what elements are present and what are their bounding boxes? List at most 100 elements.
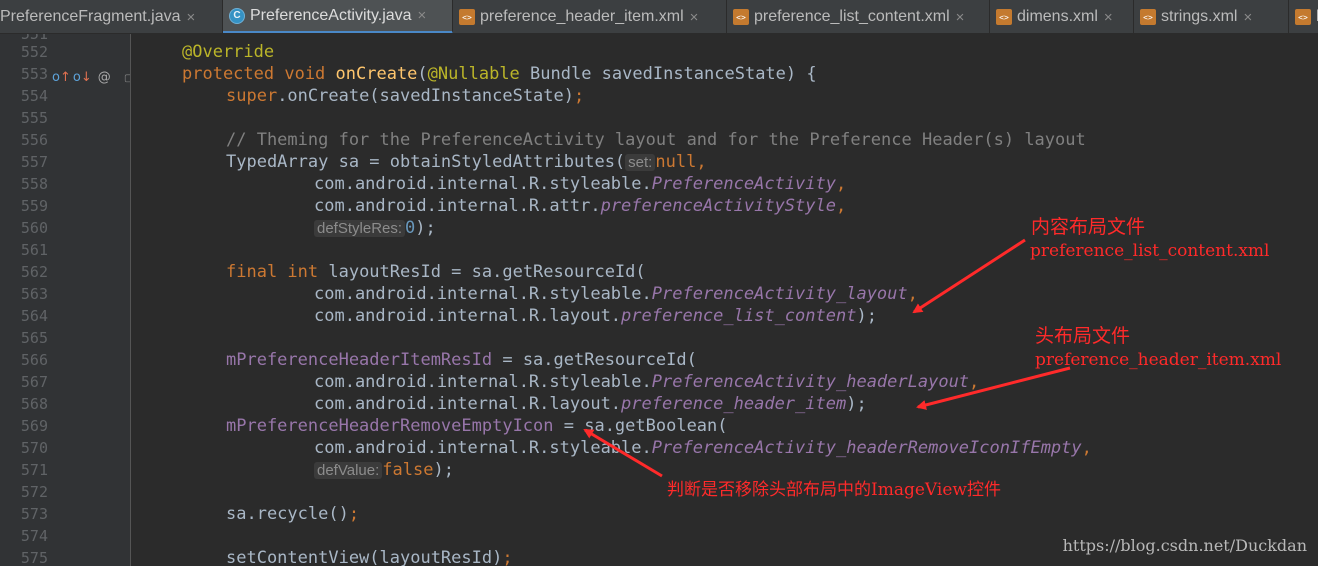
code-line-571: defValue: false); — [314, 459, 454, 481]
code-line-562: final int layoutResId = sa.getResourceId… — [226, 261, 646, 283]
java-class-icon: C — [229, 7, 245, 24]
line-number: 565 — [20, 329, 48, 347]
plain-token: = sa.getResourceId( — [492, 350, 697, 370]
plain-token: ); — [415, 218, 436, 238]
comma-token: , — [835, 196, 847, 216]
code-line-560: defStyleRes: 0); — [314, 217, 436, 239]
field-token: mPreferenceHeaderRemoveEmptyIcon — [226, 416, 554, 436]
line-number: 561 — [20, 241, 48, 259]
code-line-556: // Theming for the PreferenceActivity la… — [226, 129, 1086, 151]
line-number: 560 — [20, 219, 48, 237]
line-number: 567 — [20, 373, 48, 391]
close-icon[interactable]: × — [690, 9, 699, 26]
annotation-list-content-file: preference_list_content.xml — [1030, 241, 1270, 261]
code-line-554: super.onCreate(savedInstanceState); — [226, 85, 584, 107]
plain-token: ); — [433, 460, 454, 480]
parameter-hint: set: — [625, 154, 656, 171]
comma-token: , — [907, 284, 918, 304]
annotation-icon[interactable]: @ — [98, 70, 111, 85]
parameter-hint: defStyleRes: — [314, 220, 406, 237]
code-line-567: com.android.internal.R.styleable.Prefere… — [314, 371, 979, 393]
keyword-token: protected void — [182, 64, 336, 84]
static-field-token: PreferenceActivity — [651, 174, 836, 194]
tab-label: PreferenceActivity.java — [250, 6, 412, 24]
xml-file-icon: <> — [1140, 9, 1156, 25]
line-number: 568 — [20, 395, 48, 413]
comma-token: , — [969, 372, 980, 392]
plain-token: .onCreate(savedInstanceState) — [277, 86, 574, 106]
tab-label: PreferenceFragment.java — [0, 8, 181, 25]
comma-token: , — [1081, 438, 1092, 458]
semicolon-token: ; — [348, 504, 360, 524]
gutter-icons: o↑ o↓ @ — [52, 66, 111, 88]
static-field-token: PreferenceActivity_headerLayout — [651, 372, 970, 392]
annotation-remove-icon-note: 判断是否移除头部布局中的ImageView控件 — [667, 480, 1001, 500]
line-number: 566 — [20, 351, 48, 369]
field-token: mPreferenceHeaderItemResId — [226, 350, 493, 370]
line-number-gutter[interactable]: 551 552 553 554 555 556 557 558 559 560 … — [0, 34, 131, 566]
line-number: 554 — [20, 87, 48, 105]
line-number: 563 — [20, 285, 48, 303]
keyword-token: final int — [226, 262, 329, 282]
line-number: 556 — [20, 131, 48, 149]
annotation-header-item-title: 头布局文件 — [1035, 325, 1131, 347]
plain-token: com.android.internal.R.styleable. — [314, 372, 652, 392]
plain-token: ( — [417, 64, 428, 84]
close-icon[interactable]: × — [187, 9, 196, 26]
code-line-557: TypedArray sa = obtainStyledAttributes(s… — [226, 151, 707, 173]
tab-label: strings.xml — [1161, 8, 1238, 25]
parameter-hint: defValue: — [314, 462, 383, 479]
tab-preference-fragment[interactable]: PreferenceFragment.java × — [0, 0, 223, 33]
line-number: 562 — [20, 263, 48, 281]
plain-token: ); — [846, 394, 867, 414]
code-line-569: mPreferenceHeaderRemoveEmptyIcon = sa.ge… — [226, 415, 728, 437]
override-method-icon[interactable]: o↑ — [52, 70, 71, 85]
annotation-token: @Override — [182, 42, 275, 62]
annotation-list-content-title: 内容布局文件 — [1031, 216, 1146, 238]
tab-label: preference_list_content.xml — [754, 8, 950, 25]
comma-token: , — [836, 174, 847, 194]
plain-token: Bundle savedInstanceState) { — [519, 64, 817, 84]
tab-preference-activity[interactable]: C PreferenceActivity.java × — [223, 0, 453, 33]
line-number: 557 — [20, 153, 48, 171]
code-line-563: com.android.internal.R.styleable.Prefere… — [314, 283, 918, 305]
line-number: 574 — [20, 527, 48, 545]
tab-strings[interactable]: <> strings.xml × — [1134, 0, 1289, 33]
tab-preference-header-item[interactable]: <> preference_header_item.xml × — [453, 0, 727, 33]
method-name-token: onCreate — [335, 64, 418, 84]
close-icon[interactable]: × — [956, 9, 965, 26]
line-number: 571 — [20, 461, 48, 479]
close-icon[interactable]: × — [418, 7, 427, 24]
code-line-564: com.android.internal.R.layout.preference… — [314, 305, 877, 327]
code-line-552: @Override — [182, 41, 274, 63]
line-number: 575 — [20, 549, 48, 566]
plain-token: com.android.internal.R.styleable. — [314, 174, 652, 194]
plain-token: = sa.getBoolean( — [553, 416, 728, 436]
plain-token: TypedArray sa = obtainStyledAttributes( — [226, 152, 626, 172]
static-field-token: preferenceActivityStyle — [600, 196, 836, 216]
number-token: 0 — [405, 218, 416, 238]
tab-br[interactable]: <> br — [1289, 0, 1318, 33]
keyword-token: super — [226, 86, 278, 106]
plain-token: com.android.internal.R.styleable. — [314, 438, 652, 458]
line-number: 573 — [20, 505, 48, 523]
code-line-559: com.android.internal.R.attr.preferenceAc… — [314, 195, 846, 217]
tab-label: preference_header_item.xml — [480, 8, 684, 25]
line-number: 553 — [20, 65, 48, 83]
xml-file-icon: <> — [459, 9, 475, 25]
line-number: 559 — [20, 197, 48, 215]
code-line-553: protected void onCreate(@Nullable Bundle… — [182, 63, 817, 85]
editor-tab-bar: PreferenceFragment.java × C PreferenceAc… — [0, 0, 1318, 34]
close-icon[interactable]: × — [1243, 9, 1252, 26]
line-number: 564 — [20, 307, 48, 325]
close-icon[interactable]: × — [1104, 9, 1113, 26]
line-number: 572 — [20, 483, 48, 501]
plain-token: layoutResId = sa.getResourceId( — [328, 262, 646, 282]
implemented-icon[interactable]: o↓ — [73, 70, 92, 85]
tab-dimens[interactable]: <> dimens.xml × — [990, 0, 1134, 33]
code-line-570: com.android.internal.R.styleable.Prefere… — [314, 437, 1092, 459]
xml-file-icon: <> — [733, 9, 749, 25]
keyword-token: null — [655, 152, 697, 172]
fold-marker-icon[interactable]: ▢ — [124, 73, 130, 84]
tab-preference-list-content[interactable]: <> preference_list_content.xml × — [727, 0, 990, 33]
